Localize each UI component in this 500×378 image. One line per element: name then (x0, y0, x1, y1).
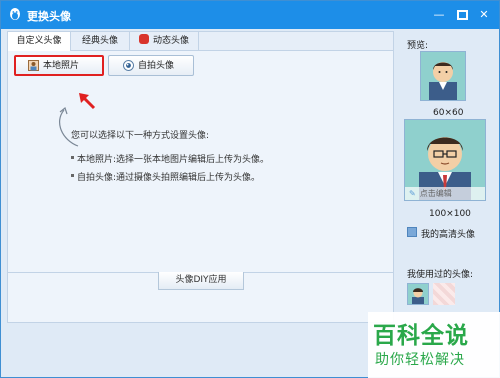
footer-area (7, 341, 367, 373)
self-photo-button[interactable]: 自拍头像 (108, 55, 194, 76)
window-title: 更换头像 (27, 10, 71, 23)
self-photo-label: 自拍头像 (138, 61, 175, 71)
bullet-dot (71, 174, 74, 177)
tab-custom-avatar[interactable]: 自定义头像 (8, 32, 71, 51)
hd-avatar-icon (407, 227, 417, 237)
avatar-image (408, 284, 428, 304)
preview-label: 预览: (407, 41, 429, 51)
used-avatar-thumbnail-blurred[interactable] (433, 283, 455, 305)
tab-label: 自定义头像 (16, 36, 62, 46)
edit-strip[interactable]: ✎ 点击编辑 (405, 187, 485, 200)
edit-label: 点击编辑 (419, 189, 452, 198)
small-size-label: 60×60 (433, 108, 464, 118)
instruction-text: 自拍头像:通过摄像头拍照编辑后上传为头像。 (77, 173, 261, 183)
maximize-button[interactable] (454, 8, 470, 22)
avatar-diy-button[interactable]: 头像DIY应用 (158, 272, 244, 290)
watermark: 百科全说 助你轻松解决 (368, 312, 500, 378)
person-photo-icon (28, 60, 39, 71)
pencil-icon: ✎ (409, 189, 416, 198)
used-avatar-thumbnail[interactable] (407, 283, 429, 305)
avatar-image (421, 52, 465, 100)
instructions-heading: 您可以选择以下一种方式设置头像: (71, 131, 210, 141)
minimize-button[interactable]: — (431, 8, 447, 22)
tab-label: 动态头像 (152, 36, 189, 46)
qq-icon (138, 34, 149, 44)
main-panel: 自定义头像 经典头像 动态头像 本地照片 自拍头像 您可以选择以下一种方式设置头… (7, 31, 394, 323)
instruction-item: 自拍头像:通过摄像头拍照编辑后上传为头像。 (71, 170, 261, 183)
watermark-title: 百科全说 (373, 323, 469, 349)
local-photo-button[interactable]: 本地照片 (14, 55, 104, 76)
tab-classic-avatar[interactable]: 经典头像 (71, 32, 130, 50)
instruction-text: 本地照片:选择一张本地图片编辑后上传为头像。 (77, 155, 270, 165)
watermark-subtitle: 助你轻松解决 (375, 352, 465, 368)
preview-sidebar: 预览: 60×60 ✎ 点击编辑 100×100 我的高清头像 我使用过的头像: (399, 31, 494, 331)
tab-dynamic-avatar[interactable]: 动态头像 (130, 32, 199, 50)
tab-bar: 自定义头像 经典头像 动态头像 (8, 32, 393, 51)
local-photo-label: 本地照片 (43, 61, 80, 71)
tab-label: 经典头像 (81, 36, 118, 46)
bullet-dot (71, 156, 74, 159)
avatar-preview-large[interactable]: ✎ 点击编辑 (404, 119, 486, 201)
large-size-label: 100×100 (429, 209, 471, 219)
avatar-preview-small (420, 51, 466, 101)
qq-penguin-icon (10, 8, 20, 20)
instruction-item: 本地照片:选择一张本地图片编辑后上传为头像。 (71, 152, 270, 165)
title-bar: 更换头像 — ✕ (1, 1, 499, 29)
hd-avatar-link[interactable]: 我的高清头像 (421, 227, 475, 240)
maximize-icon (456, 10, 468, 20)
close-button[interactable]: ✕ (476, 8, 492, 22)
camera-icon (123, 60, 134, 71)
used-avatars-label: 我使用过的头像: (407, 270, 474, 280)
